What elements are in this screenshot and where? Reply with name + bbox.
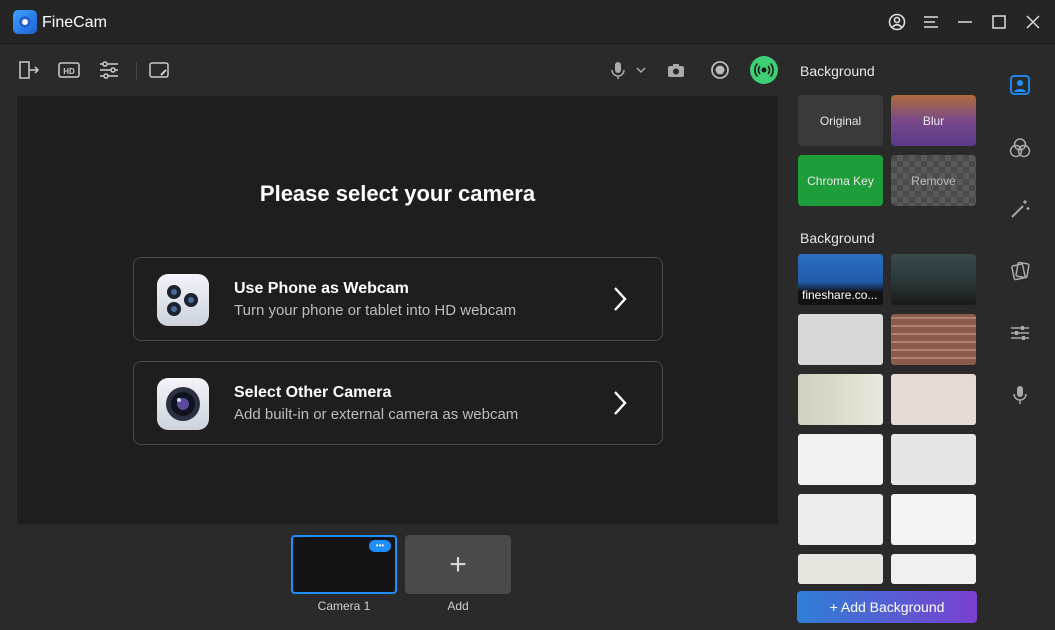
mic-icon[interactable]: [606, 58, 630, 82]
record-icon[interactable]: [708, 58, 732, 82]
stickers-icon[interactable]: [1009, 260, 1031, 282]
background-thumbnail[interactable]: [798, 554, 883, 584]
finecam-window: FineCam HD Please select your camera Use…: [0, 0, 1055, 630]
remove-preset[interactable]: Remove: [891, 155, 976, 206]
close-icon[interactable]: [1023, 12, 1043, 32]
add-background-button[interactable]: + Add Background: [797, 591, 977, 623]
background-thumbnail[interactable]: fineshare.co...: [798, 254, 883, 305]
option-subtitle: Turn your phone or tablet into HD webcam: [234, 302, 517, 319]
select-camera-heading: Please select your camera: [259, 181, 536, 206]
background-thumbnail[interactable]: [891, 314, 976, 365]
background-thumbnail[interactable]: [798, 314, 883, 365]
sticker-icon[interactable]: [147, 58, 171, 82]
more-options-icon[interactable]: •••: [369, 540, 391, 552]
option-title: Use Phone as Webcam: [234, 280, 409, 297]
use-phone-webcam-option[interactable]: Use Phone as Webcam Turn your phone or t…: [133, 257, 663, 341]
background-thumbnail[interactable]: [891, 374, 976, 425]
finecam-logo-icon: [13, 10, 37, 34]
exit-icon[interactable]: [17, 58, 41, 82]
minimize-icon[interactable]: [955, 12, 975, 32]
person-icon[interactable]: [1009, 74, 1031, 96]
microphone-icon[interactable]: [1009, 384, 1031, 406]
camera-1-label: Camera 1: [317, 599, 371, 613]
webcam-icon: [157, 378, 209, 430]
svg-text:HD: HD: [63, 67, 75, 76]
add-camera-button[interactable]: +: [405, 535, 511, 594]
background-thumbnail[interactable]: [891, 494, 976, 545]
account-icon[interactable]: [887, 12, 907, 32]
app-title: FineCam: [42, 14, 107, 31]
chevron-down-icon[interactable]: [632, 58, 650, 82]
phone-camera-icon: [157, 274, 209, 326]
option-title: Select Other Camera: [234, 384, 392, 401]
sliders-icon[interactable]: [1009, 322, 1031, 344]
background-thumbnail[interactable]: [891, 434, 976, 485]
chevron-right-icon: [614, 287, 627, 311]
chevron-right-icon: [614, 391, 627, 415]
background-thumbnail[interactable]: [798, 434, 883, 485]
toolbar-divider: [136, 62, 137, 80]
magic-wand-icon[interactable]: [1009, 198, 1031, 220]
chroma-key-preset[interactable]: Chroma Key: [798, 155, 883, 206]
camera-1-thumbnail[interactable]: •••: [291, 535, 397, 594]
background-thumbnail[interactable]: [798, 374, 883, 425]
camera-icon[interactable]: [664, 58, 688, 82]
background-section-title: Background: [800, 63, 875, 79]
select-other-camera-option[interactable]: Select Other Camera Add built-in or exte…: [133, 361, 663, 445]
menu-icon[interactable]: [921, 12, 941, 32]
add-camera-label: Add: [447, 599, 469, 613]
background-thumbnail-label: fineshare.co...: [802, 288, 878, 302]
background-thumbnail[interactable]: [798, 494, 883, 545]
option-subtitle: Add built-in or external camera as webca…: [234, 406, 519, 423]
background-thumbnail[interactable]: [891, 554, 976, 584]
hd-icon[interactable]: HD: [57, 58, 81, 82]
title-bar: FineCam: [0, 0, 1055, 44]
filters-icon[interactable]: [1009, 137, 1031, 159]
live-icon[interactable]: [750, 56, 778, 84]
blur-preset[interactable]: Blur: [891, 95, 976, 146]
original-preset[interactable]: Original: [798, 95, 883, 146]
background-gallery-title: Background: [800, 230, 875, 246]
adjust-icon[interactable]: [97, 58, 121, 82]
maximize-icon[interactable]: [989, 12, 1009, 32]
background-thumbnail[interactable]: [891, 254, 976, 305]
